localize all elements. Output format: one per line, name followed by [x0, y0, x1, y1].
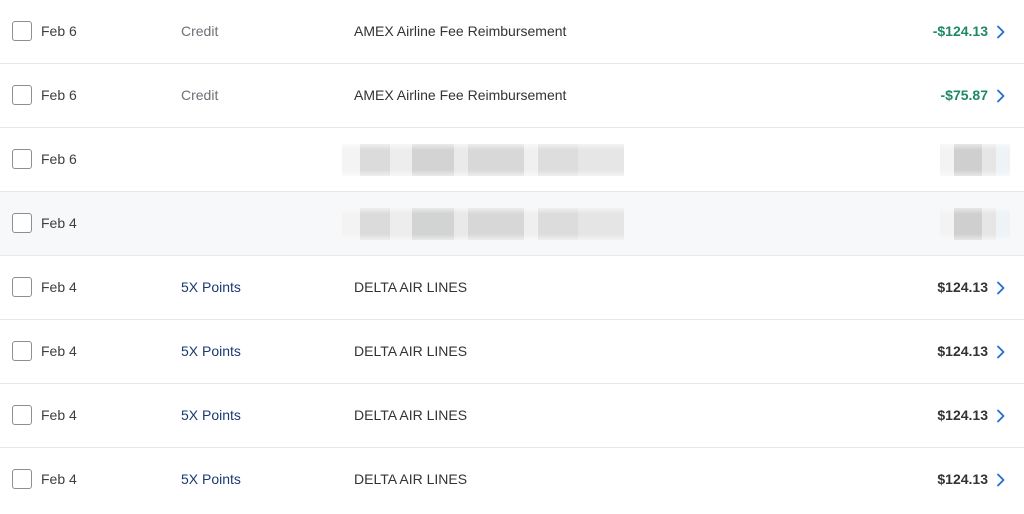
chevron-right-icon[interactable] — [996, 281, 1006, 295]
transaction-description: DELTA AIR LINES — [354, 407, 468, 423]
transaction-description: DELTA AIR LINES — [354, 279, 468, 295]
redacted-amount — [940, 208, 1010, 240]
table-row[interactable]: Feb 4 — [0, 192, 1024, 256]
chevron-right-icon[interactable] — [996, 473, 1006, 487]
table-row[interactable]: Feb 4 5X Points DELTA AIR LINES $124.13 — [0, 448, 1024, 514]
transaction-description: AMEX Airline Fee Reimbursement — [354, 23, 567, 39]
table-row[interactable]: Feb 6 Credit AMEX Airline Fee Reimbursem… — [0, 0, 1024, 64]
row-checkbox[interactable] — [12, 149, 32, 169]
transaction-date: Feb 6 — [41, 151, 77, 167]
chevron-right-icon[interactable] — [996, 345, 1006, 359]
chevron-right-icon[interactable] — [996, 25, 1006, 39]
transaction-date: Feb 6 — [41, 87, 77, 103]
row-checkbox[interactable] — [12, 469, 32, 489]
row-checkbox[interactable] — [12, 341, 32, 361]
transaction-amount: $124.13 — [937, 471, 988, 487]
transaction-amount: -$75.87 — [940, 87, 988, 103]
transaction-date: Feb 4 — [41, 471, 77, 487]
row-checkbox[interactable] — [12, 213, 32, 233]
transaction-category: Credit — [181, 23, 219, 39]
transaction-category: Credit — [181, 87, 219, 103]
transaction-description: DELTA AIR LINES — [354, 343, 468, 359]
table-row[interactable]: Feb 6 Credit AMEX Airline Fee Reimbursem… — [0, 64, 1024, 128]
transaction-date: Feb 4 — [41, 343, 77, 359]
transaction-date: Feb 6 — [41, 23, 77, 39]
redacted-description — [342, 144, 624, 176]
transaction-category: 5X Points — [181, 279, 241, 295]
transaction-description: DELTA AIR LINES — [354, 471, 468, 487]
transaction-date: Feb 4 — [41, 279, 77, 295]
chevron-right-icon[interactable] — [996, 409, 1006, 423]
row-checkbox[interactable] — [12, 277, 32, 297]
transaction-date: Feb 4 — [41, 215, 77, 231]
transaction-amount: $124.13 — [937, 407, 988, 423]
table-row[interactable]: Feb 4 5X Points DELTA AIR LINES $124.13 — [0, 384, 1024, 448]
row-checkbox[interactable] — [12, 21, 32, 41]
table-row[interactable]: Feb 4 5X Points DELTA AIR LINES $124.13 — [0, 320, 1024, 384]
transaction-list: Feb 6 Credit AMEX Airline Fee Reimbursem… — [0, 0, 1024, 514]
redacted-description — [342, 208, 624, 240]
redacted-amount — [940, 144, 1010, 176]
transaction-category: 5X Points — [181, 407, 241, 423]
table-row[interactable]: Feb 6 — [0, 128, 1024, 192]
table-row[interactable]: Feb 4 5X Points DELTA AIR LINES $124.13 — [0, 256, 1024, 320]
transaction-amount: $124.13 — [937, 343, 988, 359]
transaction-description: AMEX Airline Fee Reimbursement — [354, 87, 567, 103]
transaction-category: 5X Points — [181, 343, 241, 359]
chevron-right-icon[interactable] — [996, 89, 1006, 103]
row-checkbox[interactable] — [12, 85, 32, 105]
transaction-date: Feb 4 — [41, 407, 77, 423]
transaction-category: 5X Points — [181, 471, 241, 487]
row-checkbox[interactable] — [12, 405, 32, 425]
transaction-amount: -$124.13 — [932, 23, 988, 39]
transaction-amount: $124.13 — [937, 279, 988, 295]
